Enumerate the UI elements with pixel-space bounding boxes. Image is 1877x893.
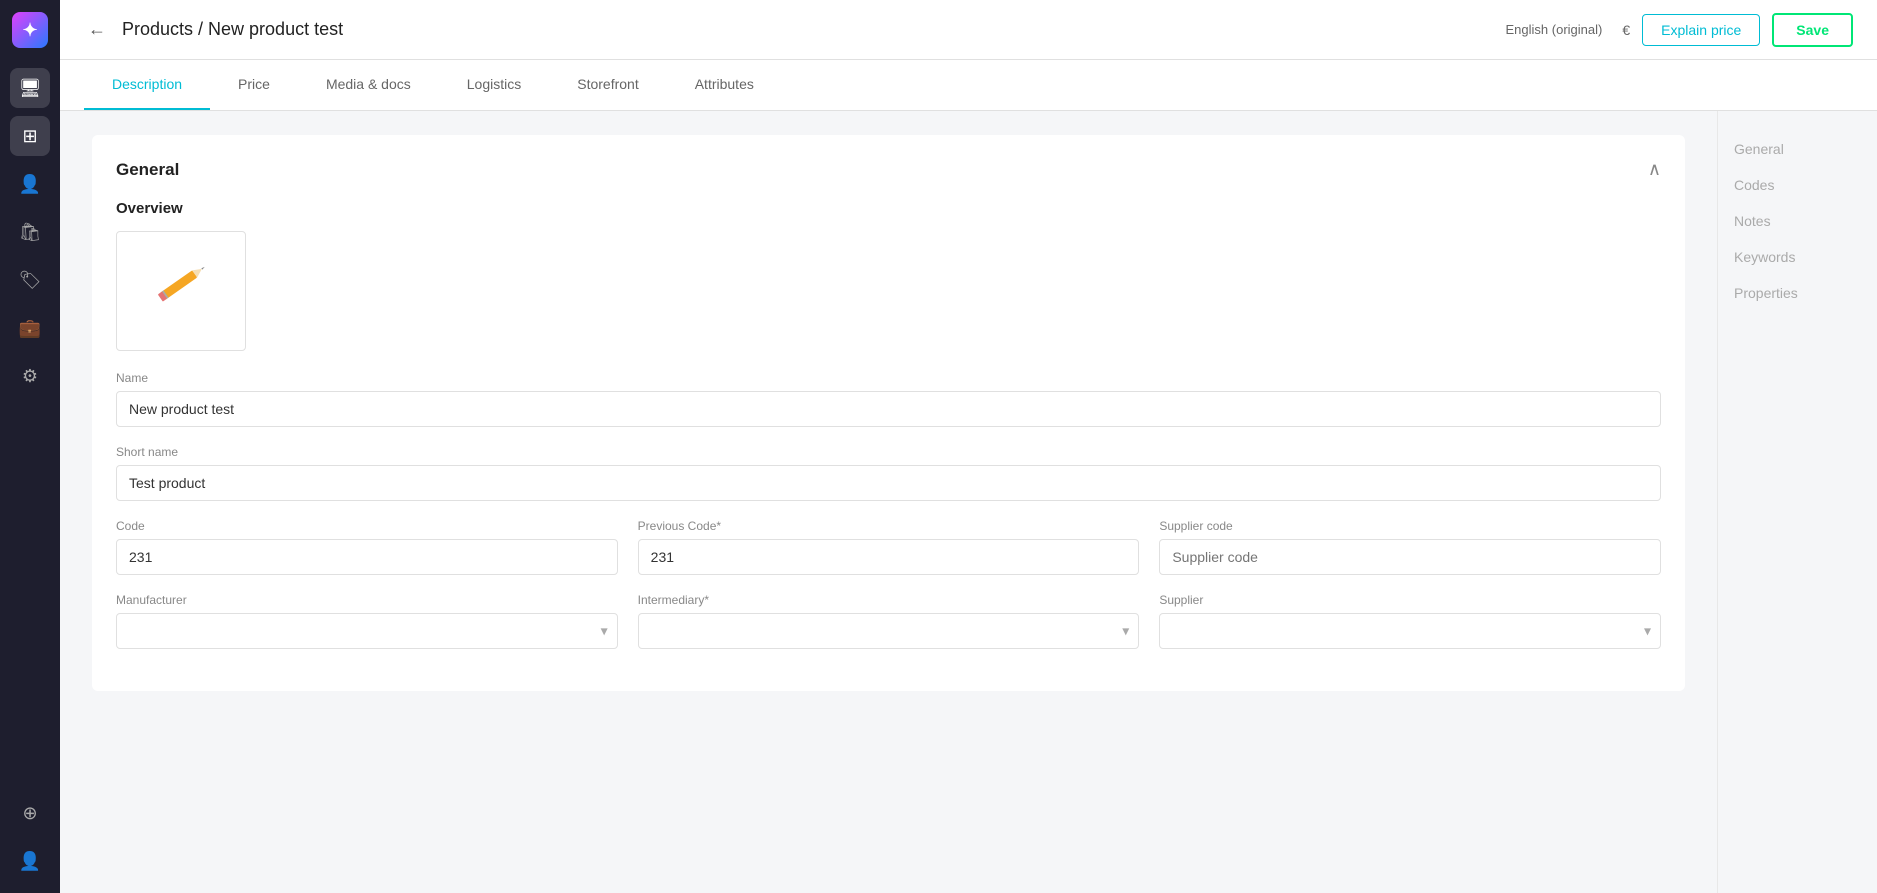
sidebar-icon-monitor[interactable]: 🖥: [10, 68, 50, 108]
code-label: Code: [116, 519, 618, 533]
intermediary-field-group: Intermediary* ▾: [638, 593, 1140, 649]
sidebar-icon-add[interactable]: ⊕: [10, 793, 50, 833]
back-button[interactable]: ←: [84, 15, 110, 44]
tab-media[interactable]: Media & docs: [298, 60, 439, 110]
code-field-group: Code: [116, 519, 618, 575]
app-logo[interactable]: ✦: [12, 12, 48, 48]
short-name-field-group: Short name: [116, 445, 1661, 501]
general-section: General ∧ Overview: [92, 135, 1685, 691]
pencil-icon: [146, 256, 216, 326]
right-sidebar-item-general[interactable]: General: [1734, 131, 1861, 167]
right-sidebar: General Codes Notes Keywords Properties: [1717, 111, 1877, 893]
left-sidebar: ✦ 🖥 ⊞ 👤 🛍 🏷 💼 ⚙ ⊕ 👤: [0, 0, 60, 893]
sidebar-icon-shopping[interactable]: 🛍: [10, 212, 50, 252]
sidebar-icon-grid[interactable]: ⊞: [10, 116, 50, 156]
supplier-code-input[interactable]: [1159, 539, 1661, 575]
collapse-icon[interactable]: ∧: [1648, 159, 1661, 180]
short-name-label: Short name: [116, 445, 1661, 459]
page-content: General ∧ Overview: [60, 111, 1717, 893]
overview-title: Overview: [116, 200, 1661, 217]
code-row: Code Previous Code* Supplier code: [116, 519, 1661, 593]
sidebar-icon-profile[interactable]: 👤: [10, 841, 50, 881]
sidebar-icon-users[interactable]: 👤: [10, 164, 50, 204]
manufacturer-input[interactable]: [116, 613, 618, 649]
section-header: General ∧: [116, 159, 1661, 180]
main-panel: ← Products / New product test English (o…: [60, 0, 1877, 893]
supplier-code-field-group: Supplier code: [1159, 519, 1661, 575]
name-input[interactable]: [116, 391, 1661, 427]
tab-bar: Description Price Media & docs Logistics…: [60, 60, 1877, 111]
supplier-code-label: Supplier code: [1159, 519, 1661, 533]
tab-price[interactable]: Price: [210, 60, 298, 110]
prev-code-input[interactable]: [638, 539, 1140, 575]
currency-indicator: €: [1622, 22, 1630, 38]
tab-description[interactable]: Description: [84, 60, 210, 110]
manufacturer-label: Manufacturer: [116, 593, 618, 607]
page-breadcrumb: Products / New product test: [122, 19, 343, 40]
topbar: ← Products / New product test English (o…: [60, 0, 1877, 60]
tab-logistics[interactable]: Logistics: [439, 60, 549, 110]
sidebar-icon-briefcase[interactable]: 💼: [10, 308, 50, 348]
language-selector[interactable]: English (original): [1506, 22, 1603, 37]
tab-attributes[interactable]: Attributes: [667, 60, 782, 110]
explain-price-button[interactable]: Explain price: [1642, 14, 1760, 46]
intermediary-label: Intermediary*: [638, 593, 1140, 607]
intermediary-input[interactable]: [638, 613, 1140, 649]
manufacturer-field-group: Manufacturer ▾: [116, 593, 618, 649]
save-button[interactable]: Save: [1772, 13, 1853, 47]
right-sidebar-item-codes[interactable]: Codes: [1734, 167, 1861, 203]
short-name-input[interactable]: [116, 465, 1661, 501]
prev-code-field-group: Previous Code*: [638, 519, 1140, 575]
right-sidebar-item-properties[interactable]: Properties: [1734, 275, 1861, 311]
right-sidebar-item-notes[interactable]: Notes: [1734, 203, 1861, 239]
sidebar-icon-tags[interactable]: 🏷: [10, 260, 50, 300]
supplier-label: Supplier: [1159, 593, 1661, 607]
supplier-field-group: Supplier ▾: [1159, 593, 1661, 649]
prev-code-label: Previous Code*: [638, 519, 1140, 533]
name-field-group: Name: [116, 371, 1661, 427]
code-input[interactable]: [116, 539, 618, 575]
section-title: General: [116, 160, 179, 180]
product-image[interactable]: [116, 231, 246, 351]
name-label: Name: [116, 371, 1661, 385]
content-area: General ∧ Overview: [60, 111, 1877, 893]
right-sidebar-item-keywords[interactable]: Keywords: [1734, 239, 1861, 275]
supplier-input[interactable]: [1159, 613, 1661, 649]
manufacturer-row: Manufacturer ▾ Intermediary* ▾: [116, 593, 1661, 667]
tab-storefront[interactable]: Storefront: [549, 60, 666, 110]
sidebar-icon-settings[interactable]: ⚙: [10, 356, 50, 396]
